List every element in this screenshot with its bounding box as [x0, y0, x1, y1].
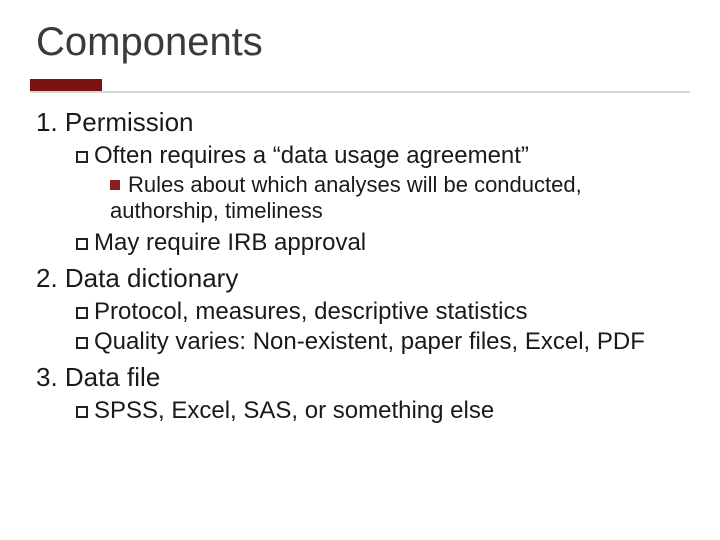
list-item: 2. Data dictionary	[36, 263, 690, 294]
list-item: SPSS, Excel, SAS, or something else	[76, 397, 690, 425]
content: 1. Permission Often requires a “data usa…	[30, 107, 690, 425]
list-item-label: SPSS, Excel, SAS, or something else	[94, 397, 494, 424]
hollow-square-bullet-icon	[76, 406, 88, 418]
list-item-label: Often requires a “data usage agreement”	[94, 142, 529, 169]
slide: Components 1. Permission Often requires …	[0, 0, 720, 540]
hollow-square-bullet-icon	[76, 337, 88, 349]
list-item-label: May require IRB approval	[94, 229, 366, 256]
list-item: Quality varies: Non-existent, paper file…	[76, 328, 690, 356]
hollow-square-bullet-icon	[76, 307, 88, 319]
list-item-label: Rules about which analyses will be condu…	[110, 172, 582, 223]
list-item-label: Protocol, measures, descriptive statisti…	[94, 298, 528, 325]
list-item: Often requires a “data usage agreement”	[76, 142, 690, 170]
slide-title: Components	[36, 20, 690, 65]
list-item: Protocol, measures, descriptive statisti…	[76, 298, 690, 326]
hollow-square-bullet-icon	[76, 238, 88, 250]
list-item: 1. Permission	[36, 107, 690, 138]
accent-bar	[30, 79, 102, 91]
divider-line	[30, 91, 690, 93]
list-item: May require IRB approval	[76, 229, 690, 257]
hollow-square-bullet-icon	[76, 151, 88, 163]
list-item-label: Quality varies: Non-existent, paper file…	[94, 328, 645, 355]
solid-square-bullet-icon	[110, 180, 120, 190]
list-item: 3. Data file	[36, 362, 690, 393]
list-item: Rules about which analyses will be condu…	[110, 172, 670, 225]
title-rule	[30, 79, 690, 83]
